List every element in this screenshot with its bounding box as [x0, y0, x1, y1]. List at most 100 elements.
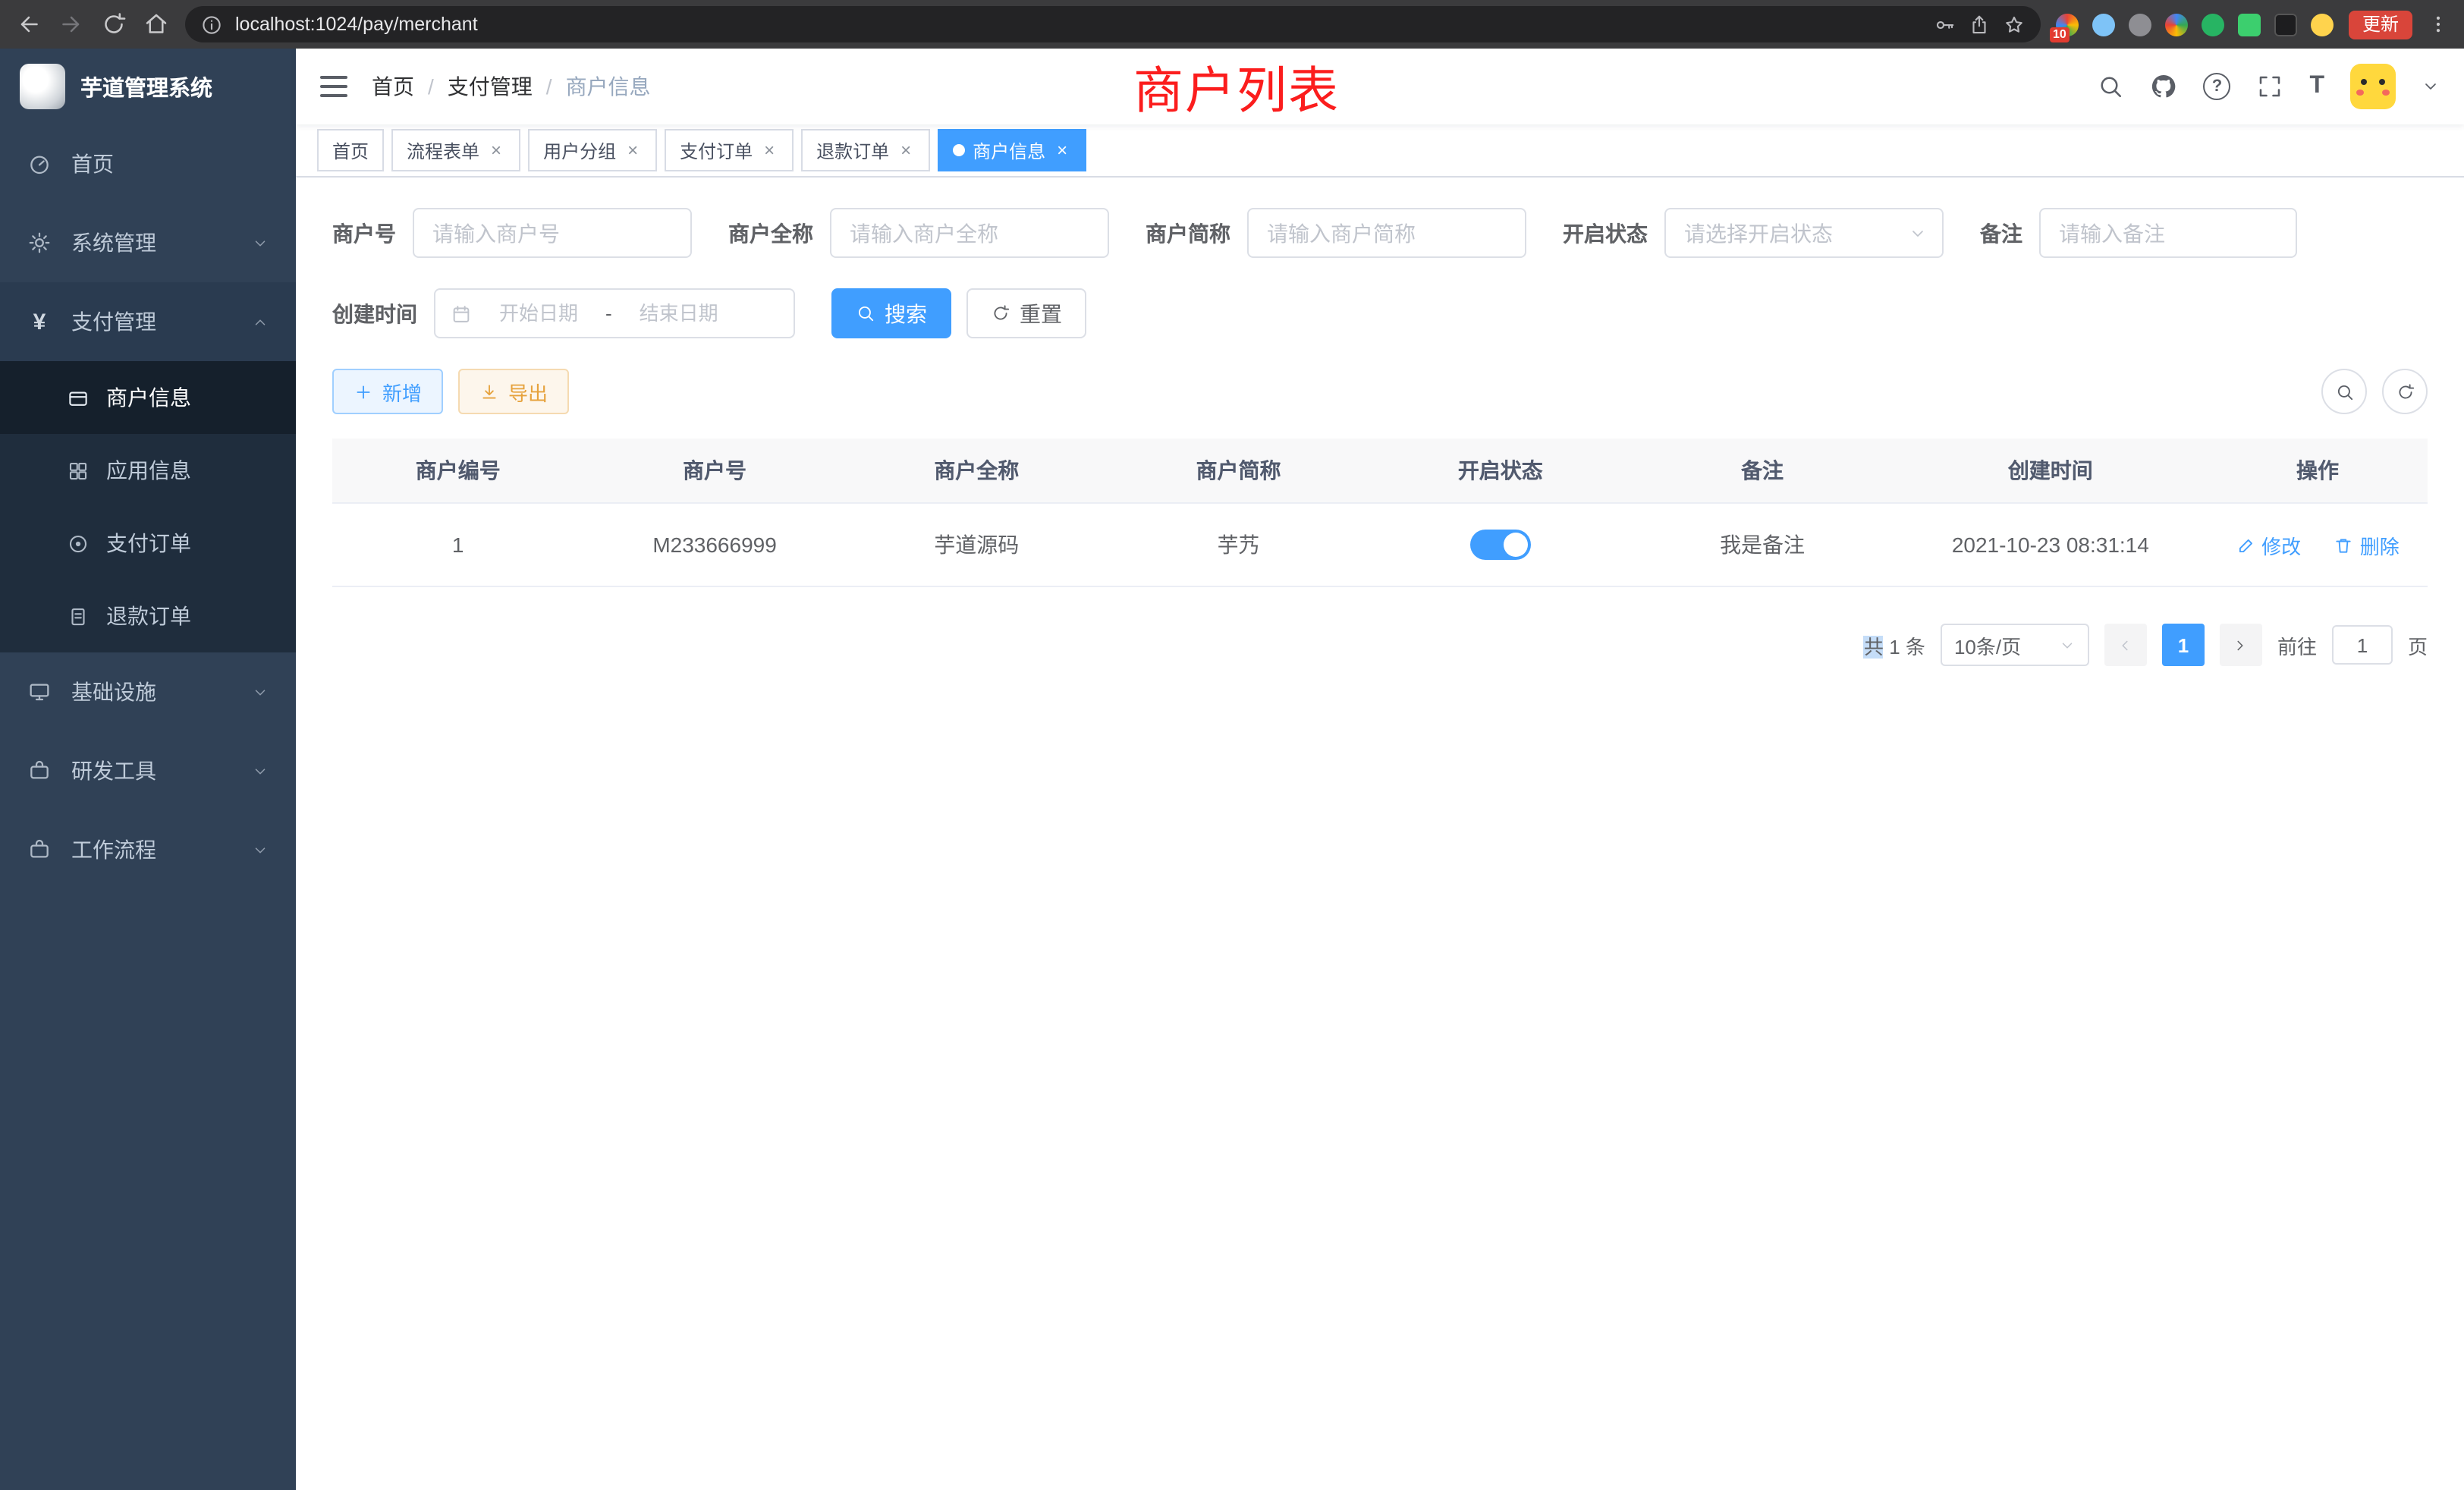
- sidebar-item-infra[interactable]: 基础设施: [0, 652, 296, 731]
- sidebar-item-workflow[interactable]: 工作流程: [0, 810, 296, 889]
- edit-link[interactable]: 修改: [2236, 530, 2301, 559]
- tab-close-icon[interactable]: ×: [1053, 141, 1071, 159]
- sidebar-item-label: 研发工具: [71, 756, 156, 786]
- reset-button-label: 重置: [1020, 298, 1062, 328]
- merchant-name-input[interactable]: [830, 208, 1109, 258]
- merchant-no-input[interactable]: [413, 208, 692, 258]
- sidebar-item-devtools[interactable]: 研发工具: [0, 731, 296, 810]
- toggle-search-button[interactable]: [2321, 369, 2367, 414]
- hamburger-icon[interactable]: [320, 76, 347, 97]
- extension-icon[interactable]: 10: [2056, 13, 2079, 36]
- filter-label: 商户全称: [728, 218, 813, 248]
- next-page-button[interactable]: [2220, 624, 2262, 666]
- search-button[interactable]: 搜索: [831, 288, 951, 338]
- date-separator: -: [605, 302, 612, 325]
- page-content: 商户号 商户全称 商户简称 开启状态 请选择开启状态: [296, 178, 2464, 1490]
- table-row: 1 M233666999 芋道源码 芋艿 我是备注 2021-10-23 08:…: [332, 503, 2428, 586]
- sidebar-item-system[interactable]: 系统管理: [0, 203, 296, 282]
- font-size-icon[interactable]: T: [2309, 74, 2324, 99]
- goto-page-input[interactable]: [2332, 625, 2393, 665]
- refresh-table-button[interactable]: [2382, 369, 2428, 414]
- browser-update-button[interactable]: 更新: [2349, 10, 2412, 39]
- tab-close-icon[interactable]: ×: [624, 141, 642, 159]
- extension-icon[interactable]: [2238, 13, 2261, 36]
- extension-icon[interactable]: [2202, 13, 2224, 36]
- remark-input[interactable]: [2039, 208, 2297, 258]
- extension-icon[interactable]: [2129, 13, 2151, 36]
- sidebar-item-merchant-info[interactable]: 商户信息: [0, 361, 296, 434]
- sidebar-item-app-info[interactable]: 应用信息: [0, 434, 296, 507]
- export-button[interactable]: 导出: [458, 369, 569, 414]
- tab-close-icon[interactable]: ×: [487, 141, 505, 159]
- calendar-icon: [451, 303, 472, 324]
- tab-close-icon[interactable]: ×: [760, 141, 778, 159]
- delete-link[interactable]: 删除: [2334, 530, 2400, 559]
- main-area: 首页 / 支付管理 / 商户信息 商户列表 ? T: [296, 49, 2464, 1490]
- reload-icon[interactable]: [100, 11, 127, 38]
- bookmark-star-icon[interactable]: [2003, 13, 2026, 36]
- prev-page-button[interactable]: [2104, 624, 2147, 666]
- home-icon[interactable]: [143, 11, 170, 38]
- date-range-picker[interactable]: -: [434, 288, 795, 338]
- breadcrumb-item[interactable]: 首页: [372, 71, 414, 102]
- search-icon: [856, 303, 875, 323]
- github-icon[interactable]: [2150, 73, 2177, 100]
- workflow-icon: [27, 838, 52, 862]
- filter-status: 开启状态 请选择开启状态: [1563, 208, 1944, 258]
- tab-process-form[interactable]: 流程表单 ×: [391, 129, 520, 171]
- extension-icon[interactable]: [2165, 13, 2188, 36]
- tab-label: 流程表单: [407, 137, 479, 163]
- password-key-icon[interactable]: [1933, 13, 1956, 36]
- tab-user-group[interactable]: 用户分组 ×: [528, 129, 657, 171]
- tab-merchant-info[interactable]: 商户信息 ×: [938, 129, 1086, 171]
- forward-icon[interactable]: [58, 11, 85, 38]
- download-icon: [479, 382, 499, 401]
- col-header: 商户编号: [332, 439, 583, 503]
- share-icon[interactable]: [1968, 13, 1991, 36]
- tab-refund-order[interactable]: 退款订单 ×: [801, 129, 930, 171]
- status-toggle[interactable]: [1470, 530, 1531, 560]
- merchant-short-input[interactable]: [1247, 208, 1526, 258]
- extension-icon[interactable]: [2092, 13, 2115, 36]
- end-date-input[interactable]: [618, 300, 740, 326]
- page-number-button[interactable]: 1: [2162, 624, 2205, 666]
- sidebar-item-label: 工作流程: [71, 835, 156, 865]
- breadcrumb-item[interactable]: 支付管理: [448, 71, 533, 102]
- page-size-select[interactable]: 10条/页: [1941, 624, 2089, 666]
- cell-remark: 我是备注: [1631, 503, 1893, 586]
- help-icon[interactable]: ?: [2203, 73, 2230, 100]
- site-info-icon[interactable]: [200, 13, 223, 36]
- extension-icon[interactable]: [2274, 13, 2297, 36]
- add-button[interactable]: 新增: [332, 369, 443, 414]
- fullscreen-icon[interactable]: [2256, 73, 2283, 100]
- reset-button[interactable]: 重置: [966, 288, 1086, 338]
- cell-merchant-no: M233666999: [583, 503, 845, 586]
- extensions-area: 10: [2056, 13, 2334, 36]
- yen-icon: ¥: [27, 309, 52, 335]
- sidebar-item-label: 应用信息: [106, 455, 191, 486]
- back-icon[interactable]: [15, 11, 42, 38]
- status-select[interactable]: 请选择开启状态: [1664, 208, 1944, 258]
- tab-pay-order[interactable]: 支付订单 ×: [665, 129, 794, 171]
- refresh-icon: [2395, 382, 2415, 401]
- sidebar-item-home[interactable]: 首页: [0, 124, 296, 203]
- address-bar[interactable]: localhost:1024/pay/merchant: [185, 6, 2041, 42]
- extension-icon[interactable]: [2311, 13, 2334, 36]
- col-header: 开启状态: [1369, 439, 1631, 503]
- sidebar-item-refund-order[interactable]: 退款订单: [0, 580, 296, 652]
- url-text[interactable]: localhost:1024/pay/merchant: [235, 14, 478, 35]
- browser-menu-icon[interactable]: [2428, 12, 2449, 36]
- sidebar-item-pay[interactable]: ¥ 支付管理: [0, 282, 296, 361]
- col-header: 备注: [1631, 439, 1893, 503]
- tab-label: 商户信息: [973, 137, 1045, 163]
- caret-down-icon[interactable]: [2422, 77, 2440, 96]
- search-icon[interactable]: [2097, 73, 2124, 100]
- user-avatar[interactable]: [2350, 64, 2396, 109]
- right-toolbar: [2321, 369, 2428, 414]
- sidebar-logo[interactable]: 芋道管理系统: [0, 49, 296, 124]
- tab-home[interactable]: 首页: [317, 129, 384, 171]
- sidebar-item-pay-order[interactable]: 支付订单: [0, 507, 296, 580]
- tab-close-icon[interactable]: ×: [897, 141, 915, 159]
- extension-badge: 10: [2050, 27, 2070, 42]
- start-date-input[interactable]: [478, 300, 599, 326]
